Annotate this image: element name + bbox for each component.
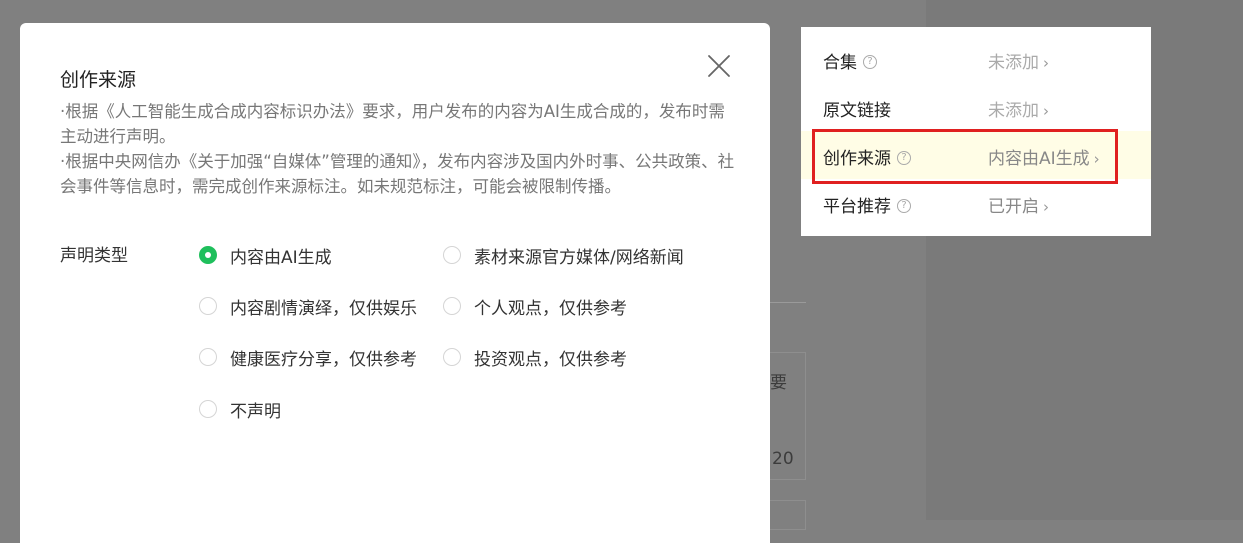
option-label: 内容剧情演绎，仅供娱乐 (230, 298, 417, 319)
option-label: 个人观点，仅供参考 (474, 298, 627, 319)
radio-icon[interactable] (199, 297, 217, 315)
row-value: 未添加 › (988, 101, 1049, 121)
radio-icon[interactable] (199, 400, 217, 418)
close-button[interactable] (706, 53, 732, 79)
row-label: 平台推荐? (823, 192, 911, 217)
chevron-right-icon: › (1043, 198, 1049, 216)
row-platform-recommend[interactable]: 平台推荐? 已开启 › (801, 179, 1151, 227)
radio-icon[interactable] (199, 348, 217, 366)
radio-icon[interactable] (443, 246, 461, 264)
option-label: 素材来源官方媒体/网络新闻 (474, 247, 684, 268)
option-label: 投资观点，仅供参考 (474, 349, 627, 370)
row-label: 合集? (823, 48, 877, 73)
notice-paragraph-1: ·根据《人工智能生成合成内容标识办法》要求，用户发布的内容为AI生成合成的，发布… (60, 102, 725, 146)
background-text: 20 (772, 449, 794, 469)
help-icon[interactable]: ? (897, 150, 911, 165)
option-no-declaration[interactable]: 不声明 (199, 397, 281, 422)
chevron-right-icon: › (1043, 102, 1049, 120)
option-official-media[interactable]: 素材来源官方媒体/网络新闻 (443, 243, 684, 268)
row-value: 未添加 › (988, 53, 1049, 73)
option-drama-entertainment[interactable]: 内容剧情演绎，仅供娱乐 (199, 294, 417, 319)
chevron-right-icon: › (1043, 54, 1049, 72)
option-label: 健康医疗分享，仅供参考 (230, 349, 417, 370)
close-icon (708, 55, 730, 77)
radio-icon[interactable] (443, 348, 461, 366)
row-label: 创作来源? (823, 144, 911, 169)
option-personal-opinion[interactable]: 个人观点，仅供参考 (443, 294, 627, 319)
option-investment-opinion[interactable]: 投资观点，仅供参考 (443, 345, 627, 370)
declaration-type-label: 声明类型 (60, 246, 128, 266)
option-label: 不声明 (230, 401, 281, 422)
background-divider (770, 302, 806, 303)
row-value: 内容由AI生成 › (988, 149, 1100, 169)
option-ai-generated[interactable]: 内容由AI生成 (199, 243, 332, 268)
row-value: 已开启 › (988, 197, 1049, 217)
row-original-link[interactable]: 原文链接 未添加 › (801, 83, 1151, 131)
row-label: 原文链接 (823, 101, 891, 121)
option-label: 内容由AI生成 (230, 247, 332, 268)
radio-icon[interactable] (443, 297, 461, 315)
creation-source-dialog: 创作来源 ·根据《人工智能生成合成内容标识办法》要求，用户发布的内容为AI生成合… (20, 23, 770, 543)
help-icon[interactable]: ? (863, 54, 877, 69)
help-icon[interactable]: ? (897, 198, 911, 213)
radio-checked-icon[interactable] (199, 246, 217, 264)
row-collection[interactable]: 合集? 未添加 › (801, 35, 1151, 83)
option-health-medical[interactable]: 健康医疗分享，仅供参考 (199, 345, 417, 370)
row-creation-source[interactable]: 创作来源? 内容由AI生成 › (801, 131, 1151, 179)
background-text: 要 (770, 373, 787, 393)
publish-settings-panel: 合集? 未添加 › 原文链接 未添加 › 创作来源? 内容由AI生成 › 平台推荐? … (801, 27, 1151, 236)
notice-paragraph-2: ·根据中央网信办《关于加强“自媒体”管理的通知》，发布内容涉及国内外时事、公共政… (60, 152, 735, 196)
dialog-title: 创作来源 (60, 69, 137, 91)
chevron-right-icon: › (1093, 150, 1100, 168)
